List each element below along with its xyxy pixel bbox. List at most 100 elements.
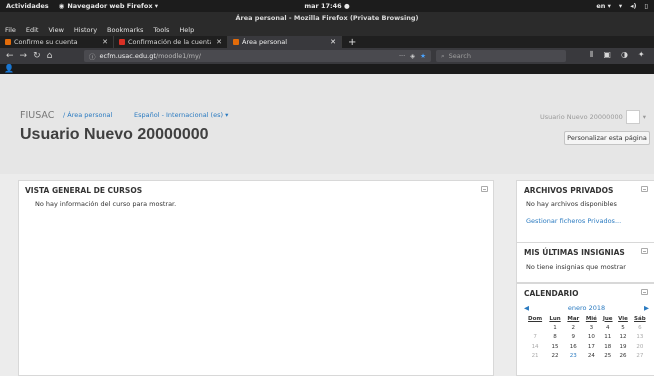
tab-title: Área personal: [242, 38, 288, 46]
sidebar-icon[interactable]: ▣: [603, 50, 611, 60]
moodle-favicon-icon: [5, 39, 11, 45]
page-header: FIUSAC / Área personal Español - Interna…: [0, 74, 654, 174]
system-top-bar: Actividades ◉ Navegador web Firefox ▾ ma…: [0, 0, 654, 12]
firefox-icon: ◉: [58, 2, 65, 10]
volume-icon[interactable]: ◂): [630, 2, 636, 10]
next-month-icon[interactable]: ▶: [644, 304, 649, 312]
calendar-day: 21: [531, 353, 539, 360]
menu-hamburger-icon[interactable]: ✦: [638, 50, 645, 60]
reload-icon[interactable]: ↻: [33, 51, 41, 61]
back-icon[interactable]: ←: [6, 51, 14, 61]
calendar-day: 17: [587, 343, 595, 350]
tab-area-personal[interactable]: Área personal ✕: [228, 36, 342, 48]
private-browsing-icon[interactable]: ◑: [621, 50, 628, 60]
search-box[interactable]: ⌕ Search: [436, 50, 566, 62]
site-name[interactable]: FIUSAC: [20, 110, 54, 121]
navigation-toolbar: ← → ↻ ⌂ ⓘ ecfm.usac.edu.gt /moodle1/my/ …: [0, 48, 654, 64]
app-menu[interactable]: ◉ Navegador web Firefox ▾: [59, 2, 158, 10]
calendar-day: 4: [605, 324, 610, 331]
badges-empty: No tiene insignias que mostrar: [526, 263, 626, 271]
page-actions-icon[interactable]: ···: [399, 52, 405, 60]
weekday-header: Lun: [549, 315, 561, 322]
menu-edit[interactable]: Edit: [25, 26, 40, 34]
calendar-day: 26: [619, 353, 627, 360]
close-tab-icon[interactable]: ✕: [102, 38, 108, 46]
menu-file[interactable]: File: [4, 26, 17, 34]
activities-button[interactable]: Actividades: [6, 2, 49, 10]
network-icon[interactable]: ▾: [619, 2, 622, 10]
url-path: /moodle1/my/: [155, 52, 201, 60]
badges-block: MIS ÚLTIMAS INSIGNIAS No tiene insignias…: [516, 242, 654, 283]
home-icon[interactable]: ⌂: [47, 51, 53, 61]
menu-history[interactable]: History: [73, 26, 98, 34]
url-bar[interactable]: ⓘ ecfm.usac.edu.gt /moodle1/my/ ··· ◈ ★: [84, 50, 431, 62]
weekday-header: Mar: [567, 315, 580, 322]
collapse-block-icon[interactable]: [481, 186, 488, 192]
calendar-block: CALENDARIO ◀ enero 2018 ▶ Dom Lun Mar Mi…: [516, 283, 654, 376]
chevron-down-icon: ▾: [642, 113, 646, 121]
forward-icon[interactable]: →: [20, 51, 28, 61]
moodle-favicon-icon: [233, 39, 239, 45]
private-files-empty: No hay archivos disponibles: [526, 200, 617, 208]
collapse-block-icon[interactable]: [641, 186, 648, 192]
calendar-nav: ◀ enero 2018 ▶: [524, 304, 649, 312]
manage-private-files-link[interactable]: Gestionar ficheros Privados...: [526, 217, 621, 225]
pocket-icon[interactable]: ◈: [410, 52, 415, 60]
calendar-day: 12: [619, 334, 627, 341]
calendar-day: 10: [587, 334, 595, 341]
private-files-block: ARCHIVOS PRIVADOS No hay archivos dispon…: [516, 180, 654, 243]
calendar-day: 22: [551, 353, 559, 360]
menu-tools[interactable]: Tools: [152, 26, 170, 34]
search-icon: ⌕: [441, 51, 445, 60]
calendar-day: 2: [571, 324, 576, 331]
calendar-day-today[interactable]: 23: [564, 352, 583, 362]
weekday-header: Sáb: [634, 315, 646, 322]
calendar-day: 13: [636, 334, 644, 341]
calendar-grid: Dom Lun Mar Mié Jue Vie Sáb 1 2 3 4 5 6 …: [524, 314, 649, 361]
tab-title: Confirmación de la cuenta: [128, 38, 212, 46]
avatar: [625, 110, 640, 124]
language-indicator[interactable]: en ▾: [596, 2, 611, 10]
calendar-day: 19: [619, 343, 627, 350]
calendar-day: 14: [531, 343, 539, 350]
search-placeholder: Search: [448, 52, 471, 60]
calendar-day: 9: [571, 334, 576, 341]
calendar-day: 7: [533, 334, 537, 341]
weekday-header: Mié: [585, 315, 597, 322]
calendar-month[interactable]: enero 2018: [568, 304, 605, 312]
course-overview-empty: No hay información del curso para mostra…: [35, 200, 177, 208]
language-selector[interactable]: Español - Internacional (es) ▾: [134, 111, 228, 119]
collapse-block-icon[interactable]: [641, 289, 648, 295]
breadcrumb[interactable]: / Área personal: [63, 111, 112, 119]
collapse-block-icon[interactable]: [641, 248, 648, 254]
tab-confirmacion-cuenta[interactable]: Confirmación de la cuenta ✕: [114, 36, 228, 48]
page-title: Usuario Nuevo 20000000: [20, 126, 209, 143]
calendar-day: 16: [569, 343, 577, 350]
user-icon[interactable]: 👤: [4, 64, 14, 73]
library-icon[interactable]: ⫴: [590, 50, 593, 60]
calendar-day: [524, 323, 546, 333]
calendar-day: 3: [589, 324, 594, 331]
moodle-navbar: 👤: [0, 64, 654, 74]
app-menu-label: Navegador web Firefox ▾: [67, 2, 159, 10]
calendar-day: 27: [636, 353, 644, 360]
new-tab-button[interactable]: +: [342, 36, 362, 48]
tab-bar: Confirme su cuenta ✕ Confirmación de la …: [0, 36, 654, 48]
url-domain: ecfm.usac.edu.gt: [99, 52, 156, 60]
tab-confirme-cuenta[interactable]: Confirme su cuenta ✕: [0, 36, 114, 48]
calendar-day: 18: [604, 343, 612, 350]
gmail-favicon-icon: [119, 39, 125, 45]
prev-month-icon[interactable]: ◀: [524, 304, 529, 312]
menu-bookmarks[interactable]: Bookmarks: [106, 26, 144, 34]
clock[interactable]: mar 17:46 ●: [304, 2, 349, 10]
menu-view[interactable]: View: [47, 26, 64, 34]
customize-page-button[interactable]: Personalizar esta página: [564, 131, 650, 145]
site-info-icon[interactable]: ⓘ: [89, 51, 96, 61]
menu-help[interactable]: Help: [178, 26, 195, 34]
battery-icon[interactable]: ▯: [644, 2, 648, 10]
close-tab-icon[interactable]: ✕: [216, 38, 222, 46]
close-tab-icon[interactable]: ✕: [330, 38, 336, 46]
bookmark-star-icon[interactable]: ★: [420, 52, 426, 60]
user-menu[interactable]: Usuario Nuevo 20000000 ▾: [540, 110, 646, 124]
weekday-header: Dom: [528, 315, 543, 322]
